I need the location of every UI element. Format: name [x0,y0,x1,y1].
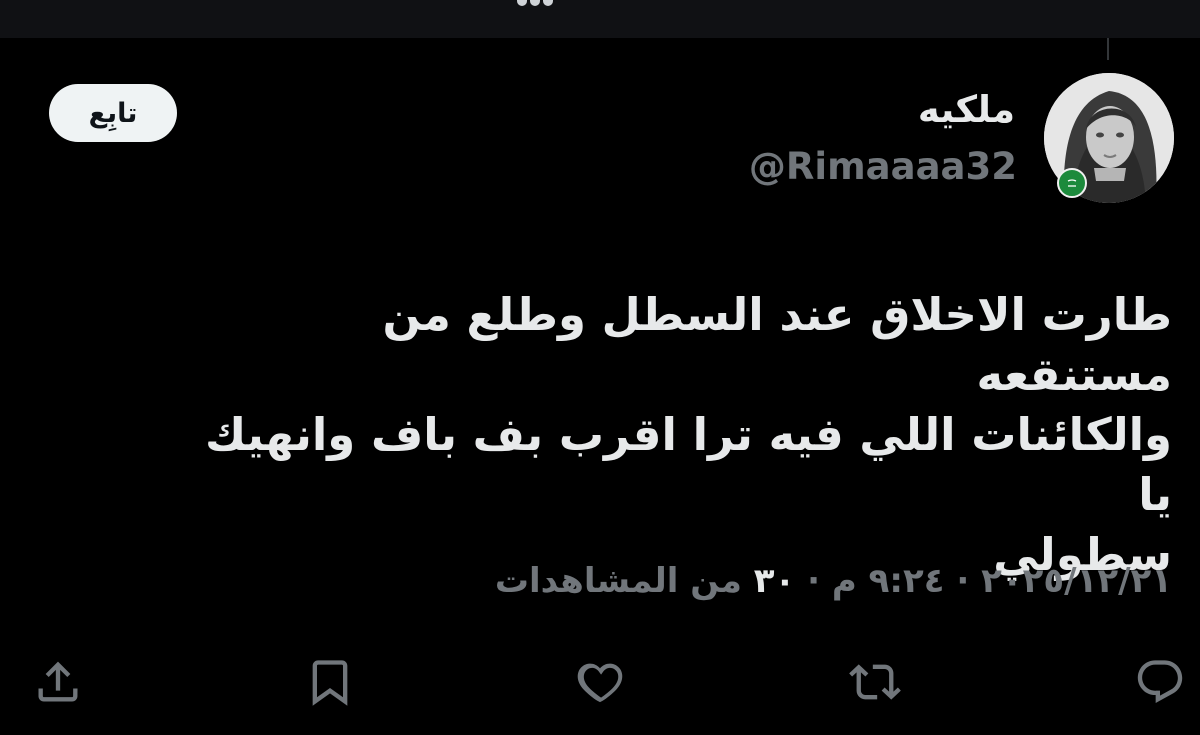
views-label: من المشاهدات [494,561,742,601]
tweet-date[interactable]: ٢٠٢٥/١٢/٢١ [981,561,1172,601]
follow-button[interactable]: تابِع [49,84,177,142]
top-bar [0,0,1200,38]
top-indicator-dot [517,0,527,6]
retweet-button[interactable] [845,650,905,714]
thread-line [1107,38,1109,60]
like-icon [577,663,623,703]
action-bar [0,650,1200,720]
like-button[interactable] [570,650,630,714]
saudi-flag-icon [1057,168,1087,198]
share-button[interactable] [28,650,88,714]
tweet-line: والكائنات اللي فيه ترا اقرب بف باف وانهي… [205,408,1172,521]
tweet-text: طارت الاخلاق عند السطل وطلع من مستنقعه و… [172,285,1172,585]
bookmark-button[interactable] [300,650,360,714]
user-handle[interactable]: @Rimaaaa32 [749,148,1017,185]
meta-separator: · [956,561,970,601]
reply-button[interactable] [1130,650,1190,714]
reply-icon [1137,660,1183,704]
meta-separator: · [807,561,821,601]
bookmark-icon [312,660,348,706]
tweet-meta: ٢٠٢٥/١٢/٢١ · ٩:٢٤ م · ٣٠ من المشاهدات [495,559,1172,603]
display-name[interactable]: ملكيه [918,91,1015,128]
tweet-line: طارت الاخلاق عند السطل وطلع من مستنقعه [382,288,1172,401]
views-count: ٣٠ [753,561,796,601]
tweet-time[interactable]: ٩:٢٤ م [832,561,945,601]
top-indicator-dot [543,0,553,6]
top-indicator-dot [530,0,540,6]
retweet-icon [849,664,901,700]
share-icon [38,661,78,702]
